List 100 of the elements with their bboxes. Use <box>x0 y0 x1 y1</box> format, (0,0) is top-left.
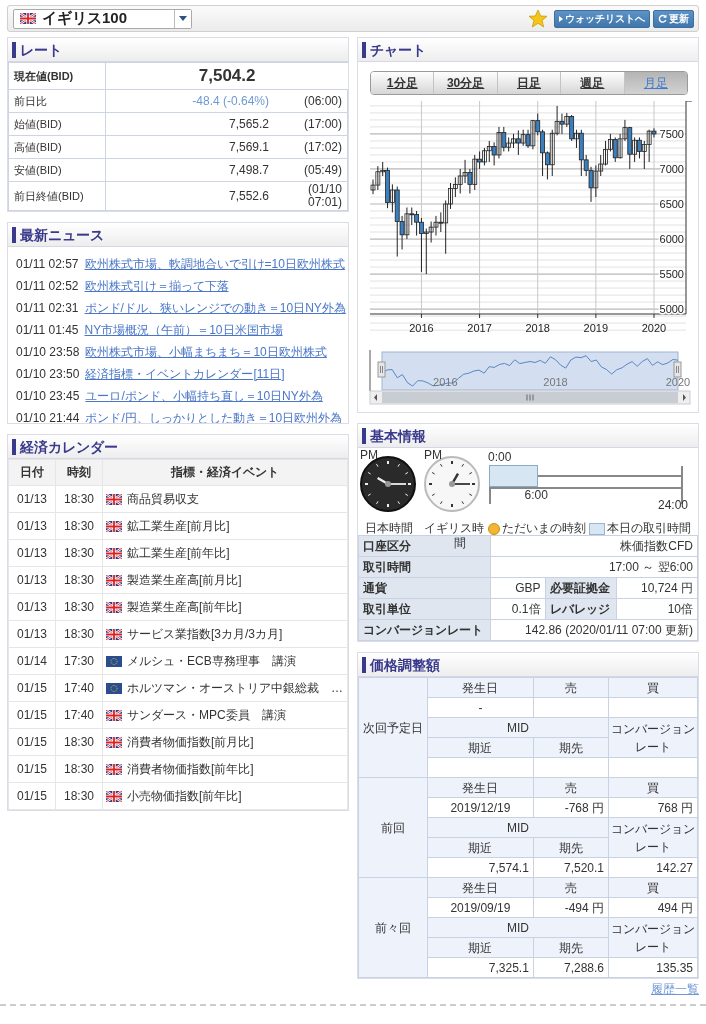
axis-label: 2017 <box>467 322 492 334</box>
row-label: 取引時間 <box>358 556 491 578</box>
instrument-name: イギリス100 <box>42 9 129 28</box>
history-link[interactable]: 履歴一覧 <box>651 981 699 998</box>
column-header: コンバージョンレート <box>608 717 698 758</box>
drag-handle[interactable] <box>673 361 682 378</box>
row-header: 前回 <box>358 777 428 878</box>
time-stamp: (05:49) <box>281 158 348 182</box>
news-time: 01/11 01:45 <box>16 323 79 337</box>
table-cell: 01/15 <box>8 728 56 756</box>
table-cell: 01/15 <box>8 701 56 729</box>
drag-handle[interactable] <box>377 361 386 378</box>
time-label: 6:00 <box>524 488 548 502</box>
column-header: 買 <box>608 677 698 698</box>
scrollbar[interactable] <box>369 390 691 405</box>
dot-icon <box>488 522 500 535</box>
legend-label: 本日の取引時間 <box>607 520 691 537</box>
time-stamp: (06:00) <box>281 89 348 113</box>
table-cell: 01/14 <box>8 647 56 675</box>
table-cell: 10,724 円 <box>616 577 698 599</box>
table-cell: 17:40 <box>55 674 103 702</box>
news-link[interactable]: 欧州株式引け＝揃って下落 <box>84 277 229 295</box>
table-cell: 18:30 <box>55 620 103 648</box>
news-link[interactable]: ユーロ/ポンド、小幅持ち直し＝10日NY外為 <box>85 387 323 405</box>
row-label: 始値(BID) <box>8 112 106 136</box>
column-header: コンバージョンレート <box>608 917 698 958</box>
am-pm-label: PM <box>424 448 442 462</box>
panel-title: 最新ニュース <box>12 226 104 243</box>
news-link[interactable]: NY市場概況（午前）＝10日米国市場 <box>84 321 283 339</box>
news-time: 01/11 02:31 <box>16 301 79 315</box>
table-cell: 01/15 <box>8 755 56 783</box>
table-cell: GBP <box>490 577 546 599</box>
flag-icon <box>106 601 122 613</box>
flag-icon <box>106 682 122 694</box>
row-header: 次回予定日 <box>358 677 428 778</box>
row-label: 現在値(BID) <box>8 62 106 90</box>
axis-label: 2019 <box>583 322 609 334</box>
panel-title: 価格調整額 <box>362 656 440 673</box>
news-link[interactable]: 欧州株式市場、小幅まちまち＝10日欧州株式 <box>85 343 327 361</box>
table-cell: 18:30 <box>55 728 103 756</box>
table-cell: 01/13 <box>8 620 56 648</box>
time-stamp: (17:00) <box>281 112 348 136</box>
table-cell: 18:30 <box>55 539 103 567</box>
axis-label: 5000 <box>659 303 684 316</box>
event-name: メルシュ・ECB専務理事 講演 <box>127 652 296 670</box>
table-cell: 18:30 <box>55 566 103 594</box>
time-label: 24:00 <box>657 498 688 512</box>
table-cell: -768 円 <box>533 797 609 818</box>
table-cell: 01/13 <box>8 485 56 513</box>
news-time: 01/10 23:58 <box>16 345 80 359</box>
event-name: 消費者物価指数[前月比] <box>127 733 254 751</box>
panel-title: 経済カレンダー <box>12 438 118 455</box>
event-name: 消費者物価指数[前年比] <box>127 760 254 778</box>
flag-icon <box>106 547 122 559</box>
news-link[interactable]: 経済指標・イベントカレンダー[11日] <box>85 365 285 383</box>
clock-label: イギリス時 <box>423 520 485 537</box>
axis-label: 7500 <box>659 127 684 140</box>
clock-label: 日本時間 <box>364 520 414 537</box>
axis-label: 2018 <box>543 376 568 388</box>
time-label: 0:00 <box>488 450 512 464</box>
table-cell: 株価指数CFD <box>490 535 698 557</box>
row-label: 取引単位 <box>358 598 491 620</box>
news-time: 01/11 02:57 <box>16 257 79 271</box>
table-cell: 01/15 <box>8 674 56 702</box>
panel-title: 基本情報 <box>362 427 426 444</box>
event-name: サンダース・MPC委員 講演 <box>127 706 286 724</box>
timeframe-tab[interactable]: 週足 <box>561 72 625 94</box>
news-link[interactable]: ポンド/ドル、狭いレンジでの動き＝10日NY外為 <box>84 299 346 317</box>
star-icon[interactable] <box>528 9 548 28</box>
time-stamp: (17:02) <box>281 135 348 159</box>
row-label: コンバージョンレート <box>358 619 491 641</box>
event-name: サービス業指数[3カ月/3カ月] <box>127 625 283 643</box>
table-cell: 2019/12/19 <box>427 797 534 818</box>
table-cell: 768 円 <box>608 797 698 818</box>
timeframe-tab[interactable]: 1分足 <box>371 72 435 94</box>
watchlist-button[interactable]: ウォッチリストへ <box>554 9 650 28</box>
news-time: 01/10 23:50 <box>16 367 80 381</box>
event-name: 商品貿易収支 <box>127 490 199 508</box>
table-cell: 18:30 <box>55 485 103 513</box>
axis-label: 2016 <box>409 322 434 334</box>
timeframe-tab[interactable]: 日足 <box>497 72 562 94</box>
news-link[interactable]: 欧州株式市場、軟調地合いで引け=10日欧州株式 <box>84 255 345 273</box>
timeframe-tab[interactable]: 30分足 <box>434 72 498 94</box>
news-link[interactable]: ポンド/円、しっかりとした動き＝10日欧州外為 <box>85 409 343 423</box>
event-name: 製造業生産高[前月比] <box>127 571 242 589</box>
flag-icon <box>106 628 122 640</box>
instrument-select[interactable]: イギリス100 <box>13 8 192 29</box>
column-header: 日付 <box>8 459 56 486</box>
event-name: 小売物価指数[前年比] <box>127 787 242 805</box>
axis-label: 6500 <box>659 198 684 210</box>
table-cell: 01/13 <box>8 566 56 594</box>
table-cell: 7,325.1 <box>427 957 534 978</box>
flag-icon <box>106 493 122 505</box>
axis-label: 5500 <box>659 268 684 281</box>
table-cell: 494 円 <box>608 897 698 918</box>
axis-label: 2018 <box>525 322 550 334</box>
event-name: 鉱工業生産[前年比] <box>127 544 230 562</box>
refresh-button[interactable]: 更新 <box>653 9 694 28</box>
flag-icon <box>106 709 122 721</box>
timeframe-tab[interactable]: 月足 <box>624 72 687 94</box>
